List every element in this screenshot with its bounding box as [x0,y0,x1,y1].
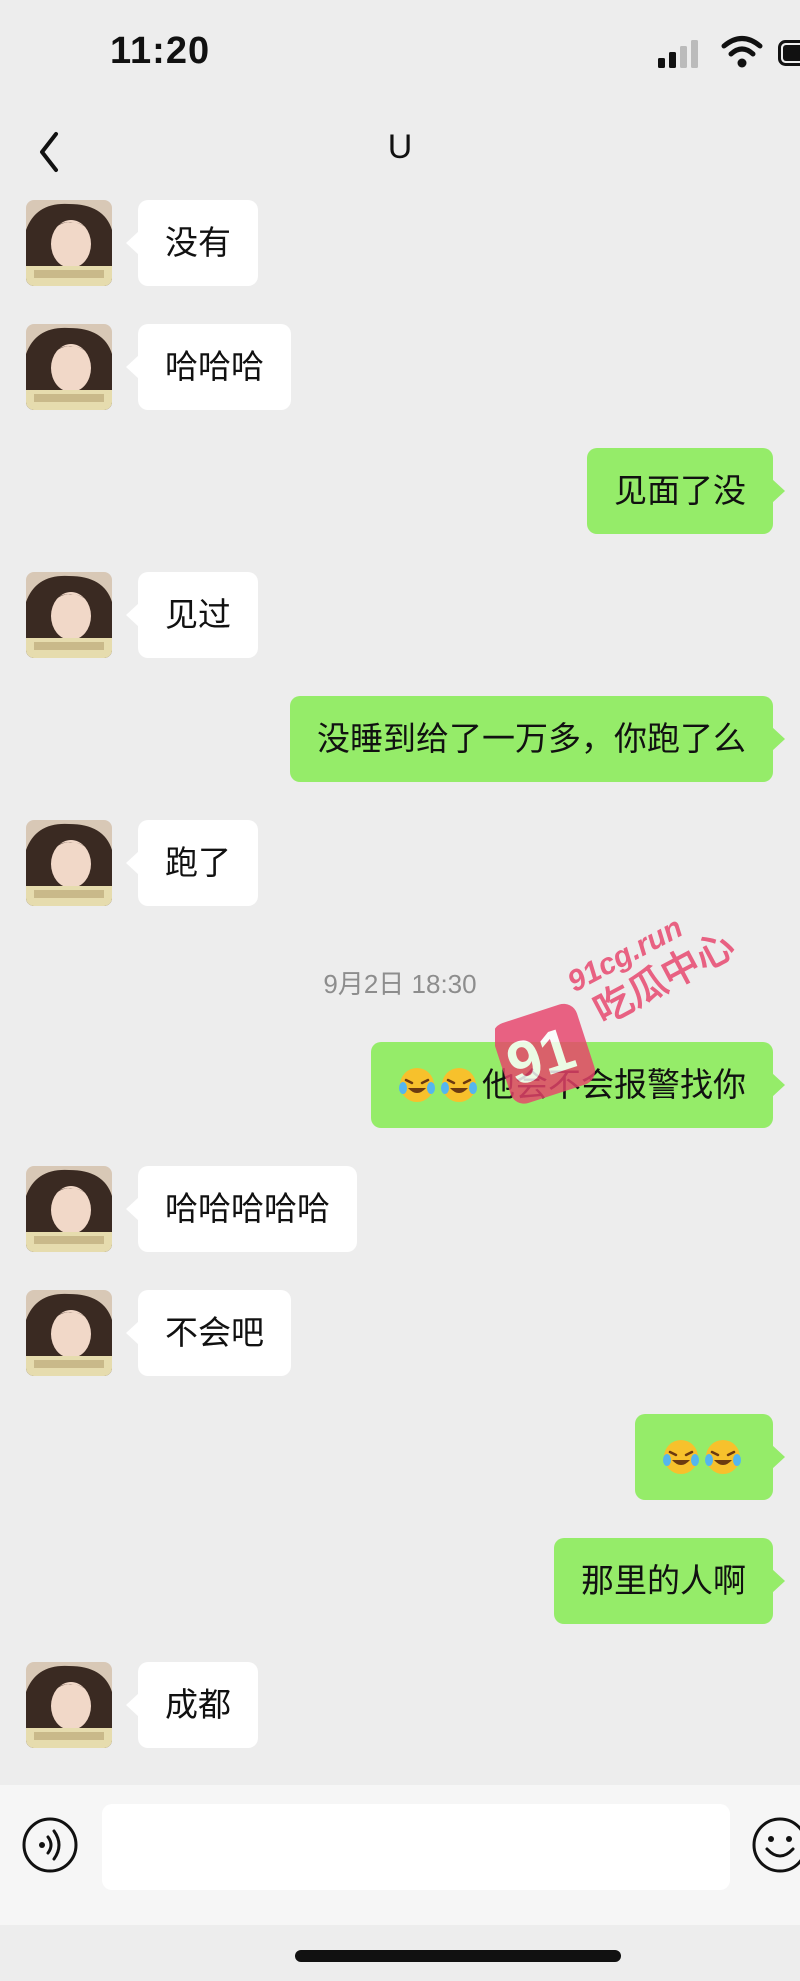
outgoing-message-bubble[interactable]: 没睡到给了一万多，你跑了么 [290,696,785,782]
chat-title: U [387,128,413,166]
incoming-message-bubble[interactable]: 不会吧 [126,1290,291,1376]
contact-avatar[interactable] [26,572,112,658]
site-watermark: 91cg.run 吃瓜中心 91 [495,911,741,1104]
incoming-message-bubble[interactable]: 见过 [126,572,258,658]
incoming-message-bubble[interactable]: 跑了 [126,820,258,906]
contact-avatar[interactable] [26,324,112,410]
outgoing-message-bubble[interactable]: 那里的人啊 [554,1538,785,1624]
contact-avatar[interactable] [26,820,112,906]
outgoing-emoji-bubble[interactable] [635,1414,785,1500]
laughing-crying-emoji-icon [705,1440,741,1474]
laughing-crying-emoji-icon [441,1068,477,1102]
home-indicator [295,1950,621,1962]
contact-avatar[interactable] [26,1166,112,1252]
voice-input-icon[interactable] [20,1815,80,1875]
incoming-message-bubble[interactable]: 没有 [126,200,258,286]
status-time: 11:20 [110,30,211,72]
message-input-bar [0,1785,800,1925]
wifi-icon [721,36,763,68]
chat-header: U [0,110,800,200]
incoming-message-bubble[interactable]: 成都 [126,1662,258,1748]
laughing-crying-emoji-icon [663,1440,699,1474]
status-bar: 11:20 [0,0,800,110]
incoming-message-bubble[interactable]: 哈哈哈 [126,324,291,410]
incoming-message-bubble[interactable]: 哈哈哈哈哈 [126,1166,357,1252]
outgoing-message-bubble[interactable]: 见面了没 [587,448,785,534]
laughing-crying-emoji-icon [399,1068,435,1102]
contact-avatar[interactable] [26,200,112,286]
message-input[interactable] [102,1804,730,1890]
battery-icon [778,40,800,66]
emoji-picker-icon[interactable] [750,1815,800,1875]
contact-avatar[interactable] [26,1662,112,1748]
contact-avatar[interactable] [26,1290,112,1376]
cellular-signal-icon [658,40,698,68]
